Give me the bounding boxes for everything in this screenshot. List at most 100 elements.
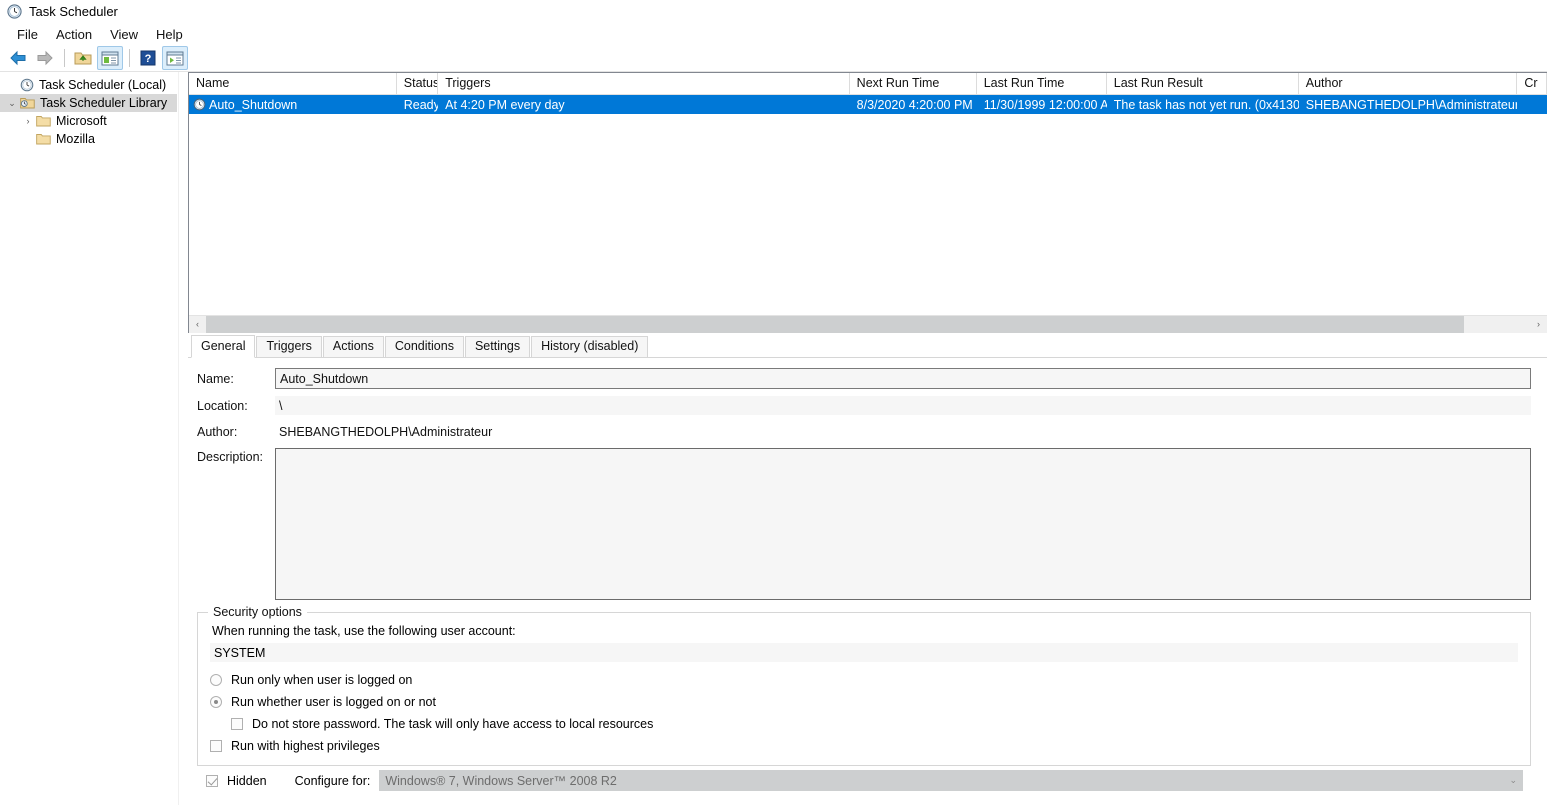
security-prompt: When running the task, use the following… (212, 624, 1518, 638)
menu-help[interactable]: Help (147, 25, 192, 44)
tab-general[interactable]: General (191, 335, 255, 358)
option-run-whether-logged-on-or-not[interactable]: Run whether user is logged on or not (210, 691, 1518, 712)
author-label: Author: (197, 425, 275, 439)
description-label: Description: (197, 448, 275, 464)
scrollbar-track[interactable] (206, 316, 1530, 333)
column-header-triggers[interactable]: Triggers (438, 73, 849, 94)
cell-text: Auto_Shutdown (209, 98, 297, 112)
help-button[interactable]: ? (135, 46, 161, 70)
toolbar-separator (64, 49, 65, 67)
detail-tabstrip: General Triggers Actions Conditions Sett… (188, 337, 1547, 358)
radio-icon[interactable] (210, 674, 222, 686)
hidden-and-configure-row: Hidden Configure for: Windows® 7, Window… (197, 766, 1539, 797)
clock-icon (20, 78, 34, 92)
hidden-label: Hidden (227, 774, 267, 788)
forward-button[interactable] (32, 46, 58, 70)
results-pane: Name Status Triggers Next Run Time Last … (188, 72, 1547, 805)
cell-author: SHEBANGTHEDOLPH\Administrateur (1299, 98, 1518, 112)
name-label: Name: (197, 372, 275, 386)
tree-node-label: Task Scheduler Library (40, 96, 167, 110)
up-folder-button[interactable] (70, 46, 96, 70)
name-field[interactable]: Auto_Shutdown (275, 368, 1531, 389)
general-tab-panel: Name: Auto_Shutdown Location: \ Author: … (188, 358, 1547, 805)
menu-bar: File Action View Help (0, 23, 1547, 45)
tree-node-mozilla[interactable]: Mozilla (0, 130, 177, 148)
title-bar: Task Scheduler (0, 0, 1547, 23)
toolbar: ? (0, 45, 1547, 72)
column-header-status[interactable]: Status (397, 73, 438, 94)
checkbox-icon[interactable] (210, 740, 222, 752)
cell-last-run-time: 11/30/1999 12:00:00 AM (977, 98, 1107, 112)
scroll-left-arrow-icon[interactable]: ‹ (189, 316, 206, 333)
configure-for-value: Windows® 7, Windows Server™ 2008 R2 (385, 774, 617, 788)
column-header-last-run-result[interactable]: Last Run Result (1107, 73, 1299, 94)
security-options-group: Security options When running the task, … (197, 612, 1531, 766)
folder-icon (36, 132, 51, 146)
tree-node-task-scheduler-library[interactable]: ⌄ Task Scheduler Library (0, 94, 177, 112)
tab-history[interactable]: History (disabled) (531, 336, 648, 357)
option-run-only-when-logged-on[interactable]: Run only when user is logged on (210, 669, 1518, 690)
option-do-not-store-password[interactable]: Do not store password. The task will onl… (210, 713, 1518, 734)
cell-triggers: At 4:20 PM every day (438, 98, 849, 112)
option-label: Run only when user is logged on (231, 673, 412, 687)
menu-view[interactable]: View (101, 25, 147, 44)
show-hide-tree-button[interactable] (97, 46, 123, 70)
cell-last-run-result: The task has not yet run. (0x41303) (1107, 98, 1299, 112)
tree-node-task-scheduler-local[interactable]: Task Scheduler (Local) (0, 76, 177, 94)
clock-icon (7, 4, 22, 19)
tree-node-label: Mozilla (56, 132, 95, 146)
hidden-checkbox-icon[interactable] (206, 775, 218, 787)
user-account-field: SYSTEM (210, 643, 1518, 662)
option-label: Run whether user is logged on or not (231, 695, 436, 709)
cell-status: Ready (397, 98, 438, 112)
scroll-right-arrow-icon[interactable]: › (1530, 316, 1547, 333)
tree-expander-microsoft[interactable]: › (20, 116, 36, 126)
name-row: Name: Auto_Shutdown (197, 368, 1539, 389)
tab-settings[interactable]: Settings (465, 336, 530, 357)
checkbox-icon[interactable] (231, 718, 243, 730)
main-area: Task Scheduler (Local) ⌄ Task Scheduler … (0, 72, 1547, 805)
arrow-right-icon (35, 50, 55, 66)
description-row: Description: (197, 448, 1539, 600)
back-button[interactable] (5, 46, 31, 70)
menu-file[interactable]: File (8, 25, 47, 44)
location-label: Location: (197, 399, 275, 413)
column-header-last-run-time[interactable]: Last Run Time (977, 73, 1107, 94)
author-row: Author: SHEBANGTHEDOLPH\Administrateur (197, 422, 1539, 441)
window-panes-icon (101, 51, 119, 66)
console-tree-pane: Task Scheduler (Local) ⌄ Task Scheduler … (0, 72, 178, 805)
option-label: Do not store password. The task will onl… (252, 717, 653, 731)
column-header-author[interactable]: Author (1299, 73, 1518, 94)
table-row[interactable]: Auto_Shutdown Ready At 4:20 PM every day… (189, 95, 1547, 114)
column-header-created[interactable]: Cr (1517, 73, 1547, 94)
tree-node-label: Task Scheduler (Local) (39, 78, 166, 92)
tab-triggers[interactable]: Triggers (256, 336, 321, 357)
task-list-body: Auto_Shutdown Ready At 4:20 PM every day… (189, 95, 1547, 315)
tab-actions[interactable]: Actions (323, 336, 384, 357)
cell-name: Auto_Shutdown (189, 98, 397, 112)
description-field[interactable] (275, 448, 1531, 600)
task-list-horizontal-scrollbar[interactable]: ‹ › (189, 315, 1547, 332)
question-mark-icon: ? (140, 50, 156, 66)
svg-text:?: ? (145, 53, 152, 65)
tree-node-label: Microsoft (56, 114, 107, 128)
show-hide-action-pane-button[interactable] (162, 46, 188, 70)
task-detail-pane: General Triggers Actions Conditions Sett… (188, 333, 1547, 805)
tab-conditions[interactable]: Conditions (385, 336, 464, 357)
option-run-with-highest-privileges[interactable]: Run with highest privileges (210, 735, 1518, 756)
location-row: Location: \ (197, 396, 1539, 415)
folder-up-icon (73, 49, 93, 67)
scrollbar-thumb[interactable] (206, 316, 1464, 333)
arrow-left-icon (8, 50, 28, 66)
menu-action[interactable]: Action (47, 25, 101, 44)
tree-expander-collapse[interactable]: ⌄ (4, 98, 20, 109)
radio-selected-icon[interactable] (210, 696, 222, 708)
tree-node-microsoft[interactable]: › Microsoft (0, 112, 177, 130)
pane-splitter[interactable] (178, 72, 188, 805)
security-options-legend: Security options (208, 605, 307, 619)
location-value: \ (275, 396, 1531, 415)
configure-for-select[interactable]: Windows® 7, Windows Server™ 2008 R2 ⌄ (379, 770, 1523, 791)
chevron-down-icon: ⌄ (1509, 775, 1517, 786)
column-header-name[interactable]: Name (189, 73, 397, 94)
column-header-next-run-time[interactable]: Next Run Time (850, 73, 977, 94)
